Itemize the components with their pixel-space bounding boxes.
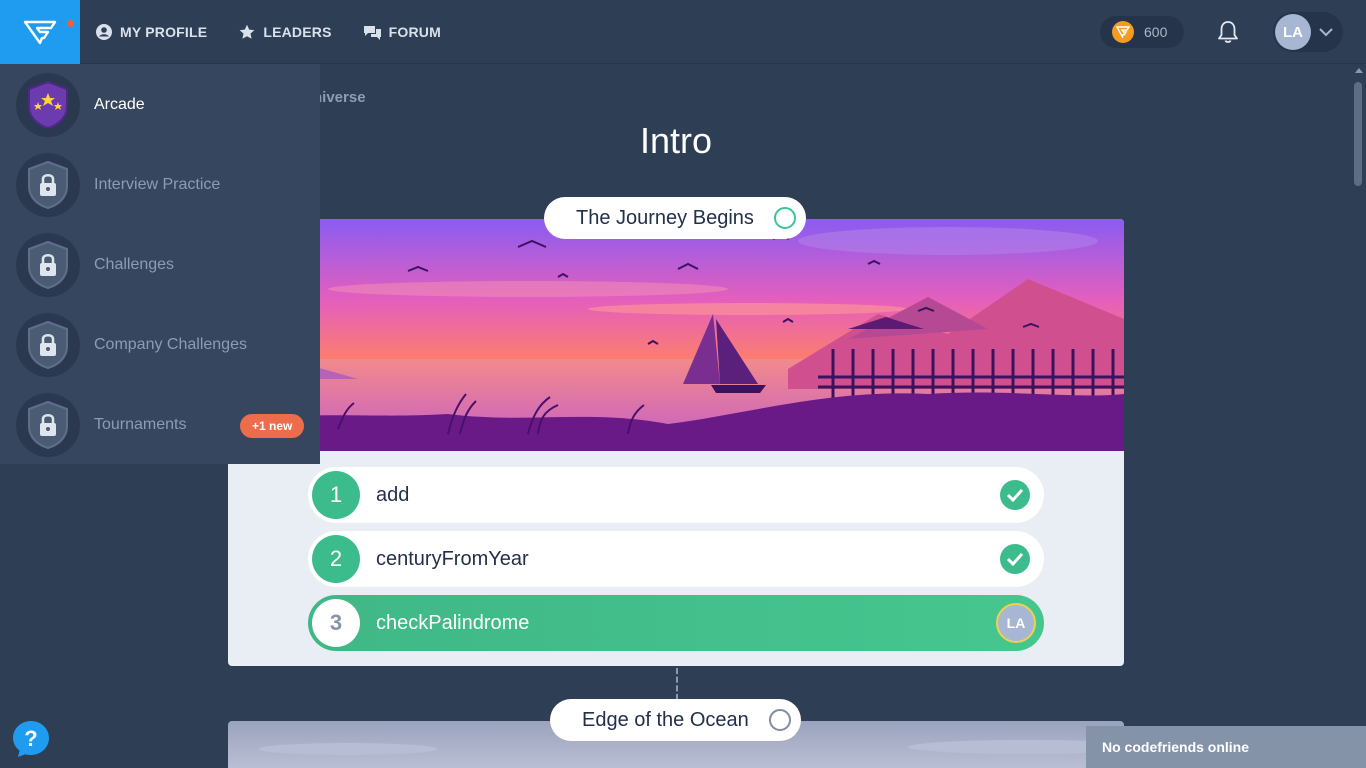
scrollbar-thumb[interactable] xyxy=(1354,82,1362,186)
task-row-add[interactable]: 1 add xyxy=(308,467,1044,523)
chevron-down-icon xyxy=(1319,27,1333,36)
level-title-journey: The Journey Begins xyxy=(576,206,754,229)
menu-item-arcade[interactable]: Arcade xyxy=(0,65,320,145)
codesignal-logo[interactable] xyxy=(0,0,80,64)
level-title-ocean: Edge of the Ocean xyxy=(582,708,749,731)
notifications-bell-icon[interactable] xyxy=(1215,19,1241,50)
lock-shield-icon xyxy=(16,313,80,377)
nav-leaders[interactable]: LEADERS xyxy=(239,24,331,40)
menu-item-label: Arcade xyxy=(94,96,145,113)
nav-my-profile[interactable]: MY PROFILE xyxy=(96,24,207,40)
check-icon xyxy=(1000,544,1030,574)
level-connector xyxy=(676,668,678,700)
arcade-shield-icon xyxy=(16,73,80,137)
coin-icon xyxy=(1112,21,1134,43)
task-row-century-from-year[interactable]: 2 centuryFromYear xyxy=(308,531,1044,587)
nav-forum-label: FORUM xyxy=(388,24,441,40)
menu-item-challenges[interactable]: Challenges xyxy=(0,225,320,305)
avatar: LA xyxy=(1275,14,1311,50)
task-name: checkPalindrome xyxy=(376,612,530,634)
user-menu[interactable]: LA xyxy=(1273,12,1343,52)
sunset-banner-image xyxy=(228,219,1124,451)
menu-item-company-challenges[interactable]: Company Challenges xyxy=(0,305,320,385)
nav-my-profile-label: MY PROFILE xyxy=(120,24,208,40)
page-scrollbar[interactable] xyxy=(1352,64,1366,768)
coin-balance[interactable]: 600 xyxy=(1100,16,1184,48)
task-name: centuryFromYear xyxy=(376,548,529,570)
check-icon xyxy=(1000,480,1030,510)
lock-shield-icon xyxy=(16,393,80,457)
notification-dot xyxy=(67,20,74,27)
new-badge: +1 new xyxy=(240,414,305,438)
level-title-pill-ocean[interactable]: Edge of the Ocean xyxy=(550,699,801,741)
menu-item-label: Tournaments xyxy=(94,416,187,433)
scroll-up-arrow-icon[interactable] xyxy=(1355,68,1363,73)
breadcrumb[interactable]: niverse xyxy=(313,89,366,106)
lock-shield-icon xyxy=(16,233,80,297)
level-progress-ring-icon xyxy=(769,709,791,731)
mode-menu: Arcade Interview Practice Challenges Com… xyxy=(0,64,320,464)
help-icon[interactable]: ? xyxy=(12,720,50,758)
top-bar: MY PROFILE LEADERS FORUM 600 LA xyxy=(0,0,1366,64)
level-title-pill-journey[interactable]: The Journey Begins xyxy=(544,197,806,239)
lock-shield-icon xyxy=(16,153,80,217)
avatar: LA xyxy=(996,603,1036,643)
star-icon xyxy=(239,24,255,39)
codefriends-status[interactable]: No codefriends online xyxy=(1086,726,1366,768)
main-nav: MY PROFILE LEADERS FORUM xyxy=(96,0,441,64)
level-progress-ring-icon xyxy=(774,207,796,229)
task-number: 1 xyxy=(312,471,360,519)
menu-item-label: Interview Practice xyxy=(94,176,221,193)
svg-text:?: ? xyxy=(24,726,37,751)
menu-item-label: Challenges xyxy=(94,256,175,273)
task-number: 2 xyxy=(312,535,360,583)
nav-forum[interactable]: FORUM xyxy=(363,24,441,40)
task-name: add xyxy=(376,484,410,506)
menu-item-tournaments[interactable]: Tournaments +1 new xyxy=(0,385,320,465)
logo-icon xyxy=(23,20,57,45)
menu-item-interview-practice[interactable]: Interview Practice xyxy=(0,145,320,225)
nav-leaders-label: LEADERS xyxy=(263,24,332,40)
task-row-check-palindrome[interactable]: 3 checkPalindrome LA xyxy=(308,595,1044,651)
coin-count: 600 xyxy=(1144,24,1168,40)
task-number: 3 xyxy=(312,599,360,647)
menu-item-label: Company Challenges xyxy=(94,336,247,353)
profile-icon xyxy=(96,24,112,40)
forum-icon xyxy=(363,25,381,40)
